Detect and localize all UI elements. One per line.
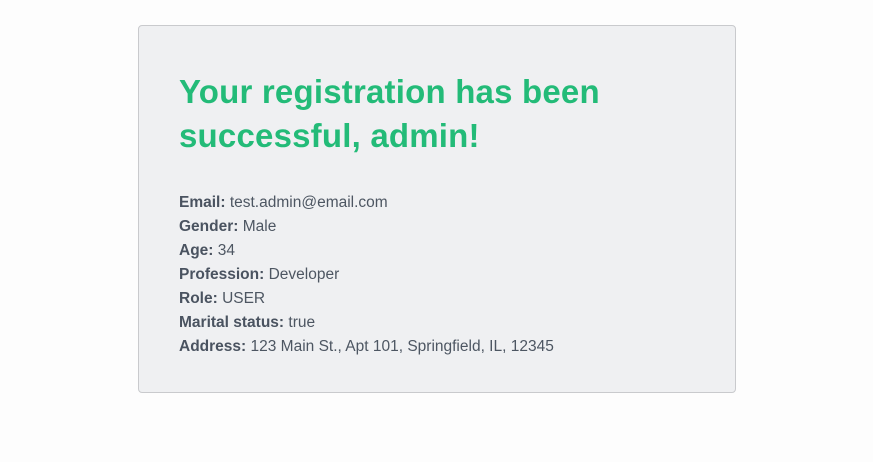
- detail-address: Address: 123 Main St., Apt 101, Springfi…: [179, 335, 695, 359]
- detail-value: true: [288, 314, 316, 331]
- detail-label: Age:: [179, 242, 214, 259]
- detail-label: Profession:: [179, 266, 265, 283]
- detail-value: Developer: [268, 266, 340, 283]
- detail-role: Role: USER: [179, 287, 695, 311]
- detail-value: 123 Main St., Apt 101, Springfield, IL, …: [250, 338, 554, 355]
- detail-label: Gender:: [179, 218, 239, 235]
- success-title: Your registration has been successful, a…: [179, 73, 600, 154]
- registration-success-card: Your registration has been successful, a…: [138, 25, 736, 393]
- detail-profession: Profession: Developer: [179, 263, 695, 287]
- detail-label: Marital status:: [179, 314, 285, 331]
- user-details: Email: test.admin@email.com Gender: Male…: [179, 191, 695, 359]
- detail-label: Role:: [179, 290, 218, 307]
- detail-label: Email:: [179, 194, 226, 211]
- detail-value: USER: [222, 290, 266, 307]
- detail-label: Address:: [179, 338, 247, 355]
- detail-value: test.admin@email.com: [229, 194, 388, 211]
- detail-age: Age: 34: [179, 239, 695, 263]
- detail-value: Male: [242, 218, 277, 235]
- detail-marital-status: Marital status: true: [179, 311, 695, 335]
- detail-gender: Gender: Male: [179, 215, 695, 239]
- detail-email: Email: test.admin@email.com: [179, 191, 695, 215]
- detail-value: 34: [217, 242, 236, 259]
